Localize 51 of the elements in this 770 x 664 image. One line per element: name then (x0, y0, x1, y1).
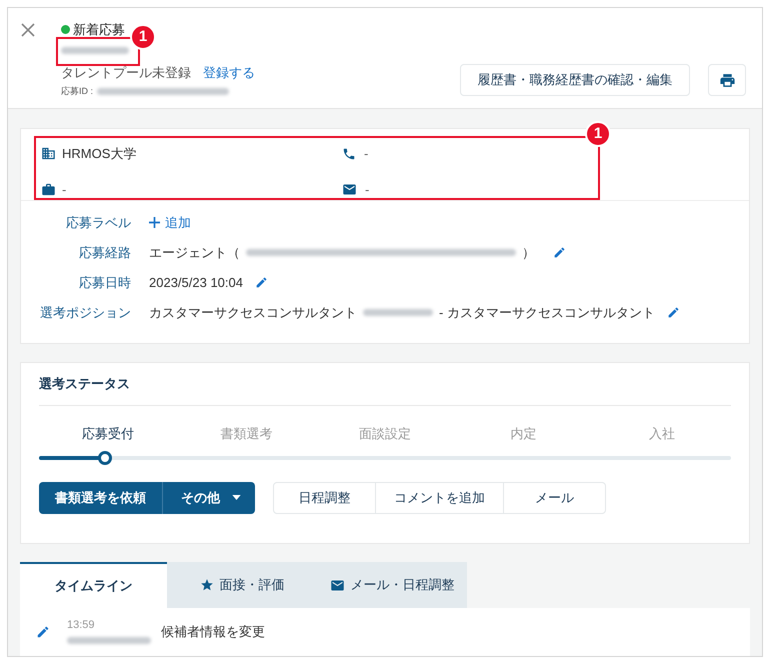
timeline-entry: 候補者情報を変更 (161, 623, 265, 642)
timeline-time: 13:59 (67, 618, 96, 633)
caret-icon (232, 495, 241, 500)
position-suffix: - カスタマーサクセスコンサルタント (439, 304, 655, 322)
status-label: 新着応募 (73, 21, 125, 39)
phone-icon (342, 146, 356, 161)
detail-label: 応募ラベル (65, 214, 131, 232)
tab[interactable]: 面接・評価 (167, 562, 317, 608)
plus-icon (149, 217, 160, 228)
application-id-label: 応募ID : (61, 85, 94, 98)
position-value: カスタマーサクセスコンサルタント (149, 304, 357, 322)
status-step[interactable]: 応募受付 (39, 424, 178, 444)
tab[interactable]: タイムライン (20, 562, 167, 608)
printer-icon (718, 72, 736, 88)
action-button[interactable]: コメントを追加 (375, 482, 503, 512)
pencil-icon[interactable] (666, 306, 680, 319)
print-button[interactable] (708, 64, 746, 96)
blurred-text (363, 309, 433, 316)
resume-button[interactable]: 履歴書・職務経歴書の確認・編集 (460, 64, 690, 96)
email-value: - (365, 180, 370, 198)
route-suffix: ） (522, 244, 535, 262)
more-button[interactable]: その他 (163, 482, 255, 514)
building-icon (41, 146, 56, 162)
detail-label: 応募日時 (78, 274, 131, 292)
pencil-icon[interactable] (36, 625, 50, 639)
annotation-badge: 1 (130, 24, 156, 50)
progress-thumb[interactable] (98, 450, 112, 464)
tab[interactable]: メール・日程調整 (317, 562, 467, 608)
star-icon (200, 578, 214, 592)
blurred-text (61, 47, 129, 54)
annotation-badge: 1 (585, 121, 611, 147)
briefcase-icon (41, 182, 56, 197)
envelope-icon (330, 578, 344, 592)
pencil-icon[interactable] (254, 276, 268, 289)
section-title: 選考ステータス (39, 375, 130, 394)
job-value: - (62, 180, 66, 198)
action-button[interactable]: メール (503, 482, 605, 512)
close-icon[interactable] (21, 23, 35, 37)
phone-value: - (364, 145, 368, 163)
action-button[interactable]: 日程調整 (274, 482, 375, 512)
date-value: 2023/5/23 10:04 (149, 274, 243, 292)
pencil-icon[interactable] (553, 246, 566, 259)
talent-pool-status: タレントプール未登録 (61, 64, 191, 82)
detail-label: 応募経路 (78, 244, 131, 262)
register-link[interactable]: 登録する (203, 62, 255, 82)
route-value: エージェント（ (149, 244, 240, 262)
request-screening-button[interactable]: 書類選考を依頼 (39, 482, 163, 514)
school-name: HRMOS大学 (62, 145, 136, 163)
add-label-button[interactable]: 追加 (149, 212, 191, 232)
envelope-icon (342, 182, 357, 197)
detail-label: 選考ポジション (39, 304, 131, 322)
